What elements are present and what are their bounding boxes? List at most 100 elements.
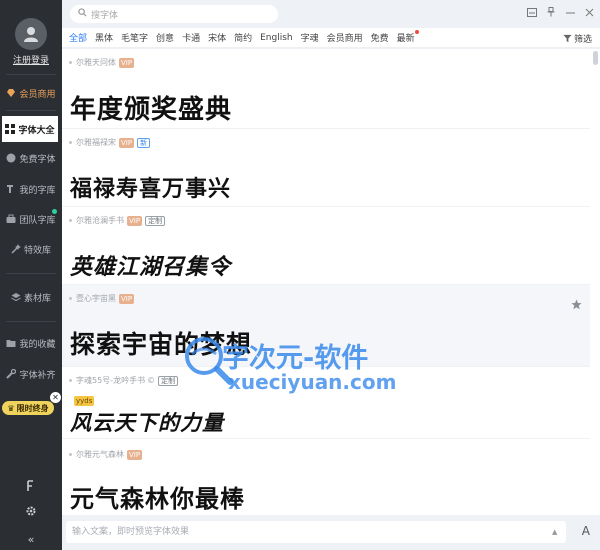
font-card[interactable]: 尔雅天问体 VIP 年度颁奖盛典	[62, 49, 590, 129]
filter-icon	[563, 34, 572, 43]
sidebar-item-effects[interactable]: 特效库	[0, 236, 62, 262]
font-name: 尔雅天问体	[76, 58, 116, 67]
font-sample: 风云天下的力量	[70, 410, 224, 435]
sidebar-item-label: 素材库	[23, 293, 51, 304]
promo-badge[interactable]: ♛ 限时终身	[2, 401, 54, 415]
font-name: 尔雅沧澜手书	[76, 216, 124, 225]
minimize-icon[interactable]	[565, 7, 575, 17]
watermark-url: xueciyuan.com	[228, 370, 397, 394]
vip-button[interactable]: 会员商用	[0, 80, 62, 106]
font-icon	[6, 184, 16, 194]
font-list: 尔雅天问体 VIP 年度颁奖盛典 尔雅福禄宋 VIP 新 福禄寿喜万事兴 尔雅沧…	[62, 49, 600, 515]
pin-icon[interactable]	[546, 7, 556, 17]
collapse-button[interactable]: «	[0, 533, 62, 546]
notification-dot	[52, 209, 57, 214]
promo-close-button[interactable]: ✕	[50, 392, 61, 403]
bullet	[69, 61, 72, 64]
bullet	[69, 297, 72, 300]
tab-hei[interactable]: 黑体	[95, 31, 113, 44]
new-dot	[414, 30, 419, 34]
close-icon: ✕	[52, 393, 59, 402]
vip-badge: VIP	[119, 57, 135, 68]
search-placeholder: 搜字体	[91, 10, 119, 21]
tab-brush[interactable]: 毛笔字	[121, 31, 148, 44]
font-meta: 尔雅福禄宋 VIP 新	[69, 137, 151, 148]
caret-up-icon[interactable]: ▲	[552, 528, 557, 536]
vip-badge: VIP	[119, 293, 135, 304]
gear-icon	[26, 506, 36, 516]
preview-text-input[interactable]	[66, 521, 566, 543]
tab-free[interactable]: 免费	[371, 31, 389, 44]
vip-badge: VIP	[119, 137, 135, 148]
tab-creative[interactable]: 创意	[156, 31, 174, 44]
watermark: 字次元-软件 xueciyuan.com	[180, 328, 440, 400]
divider	[6, 74, 56, 75]
sidebar-item-favorites[interactable]: 我的收藏	[0, 330, 62, 356]
bullet	[69, 379, 72, 382]
diamond-icon	[6, 88, 16, 98]
bullet	[69, 141, 72, 144]
search-box[interactable]: 搜字体	[70, 5, 278, 23]
briefcase-icon	[6, 214, 16, 224]
preview-bar: ▲ A	[62, 515, 600, 550]
tab-latest[interactable]: 最新	[396, 30, 419, 44]
user-icon	[24, 27, 38, 42]
sidebar-item-label: 特效库	[23, 245, 51, 256]
divider	[6, 273, 56, 274]
close-window-icon[interactable]	[584, 7, 594, 17]
settings-button[interactable]	[0, 505, 62, 517]
favorite-button[interactable]	[571, 295, 582, 314]
sidebar-item-all-fonts[interactable]: 字体大全	[2, 116, 58, 142]
tab-all[interactable]: 全部	[69, 31, 87, 44]
font-meta: 壹心宇宙黑 VIP	[69, 293, 135, 304]
custom-badge: 定制	[145, 215, 166, 226]
vip-label: 会员商用	[19, 89, 56, 100]
custom-badge: 定制	[158, 375, 179, 386]
font-meta: 尔雅元气森林 VIP	[69, 449, 143, 460]
tab-zihun[interactable]: 字魂	[301, 31, 319, 44]
login-link[interactable]: 注册登录	[0, 53, 62, 66]
divider	[6, 110, 56, 111]
avatar[interactable]	[15, 18, 47, 50]
font-meta: 字魂55号-龙吟手书 © 定制	[69, 375, 179, 386]
font-tags: yyds	[74, 388, 95, 407]
promo-label: 限时终身	[16, 403, 49, 413]
brand-mark[interactable]	[0, 480, 62, 492]
sidebar-item-free-fonts[interactable]: 免费字体	[0, 145, 62, 171]
coin-icon	[6, 153, 16, 163]
sidebar-item-materials[interactable]: 素材库	[0, 284, 62, 310]
top-bar: 搜字体	[62, 0, 600, 28]
yyds-badge: yyds	[74, 396, 95, 406]
font-card[interactable]: 尔雅沧澜手书 VIP 定制 英雄江湖召集令	[62, 207, 590, 285]
tab-simple[interactable]: 简约	[234, 31, 252, 44]
folder-icon	[6, 338, 16, 348]
font-sample: 年度颁奖盛典	[70, 95, 233, 125]
tab-vip-commercial[interactable]: 会员商用	[327, 31, 363, 44]
font-meta: 尔雅天问体 VIP	[69, 57, 135, 68]
scrollbar[interactable]	[593, 51, 598, 65]
sidebar-item-my-fonts[interactable]: 我的字库	[0, 176, 62, 202]
sidebar-item-label: 我的字库	[19, 185, 56, 196]
tab-latest-label: 最新	[396, 34, 415, 44]
skin-icon[interactable]	[527, 7, 537, 17]
copyright-icon: ©	[147, 376, 156, 385]
font-card[interactable]: 尔雅元气森林 VIP 元气森林你最棒	[62, 441, 590, 515]
font-name: 尔雅元气森林	[76, 450, 124, 459]
tab-english[interactable]: English	[260, 33, 293, 43]
category-tabs: 全部 黑体 毛笔字 创意 卡通 宋体 简约 English 字魂 会员商用 免费…	[62, 28, 600, 48]
vip-badge: VIP	[127, 449, 143, 460]
search-icon	[78, 8, 87, 20]
crown-icon: ♛	[7, 403, 15, 413]
filter-label: 筛选	[573, 35, 592, 45]
font-card[interactable]: 尔雅福禄宋 VIP 新 福禄寿喜万事兴	[62, 129, 590, 207]
tab-song[interactable]: 宋体	[208, 31, 226, 44]
sidebar-item-label: 免费字体	[19, 154, 56, 165]
font-sample: 英雄江湖召集令	[70, 254, 232, 280]
vip-badge: VIP	[127, 215, 143, 226]
sidebar-item-font-fill[interactable]: 字体补齐	[0, 361, 62, 387]
filter-button[interactable]: 筛选	[563, 32, 592, 45]
font-name: 字魂55号-龙吟手书	[76, 376, 146, 385]
grid-icon	[5, 124, 16, 134]
tab-cartoon[interactable]: 卡通	[182, 31, 200, 44]
font-size-button[interactable]: A	[582, 524, 590, 538]
